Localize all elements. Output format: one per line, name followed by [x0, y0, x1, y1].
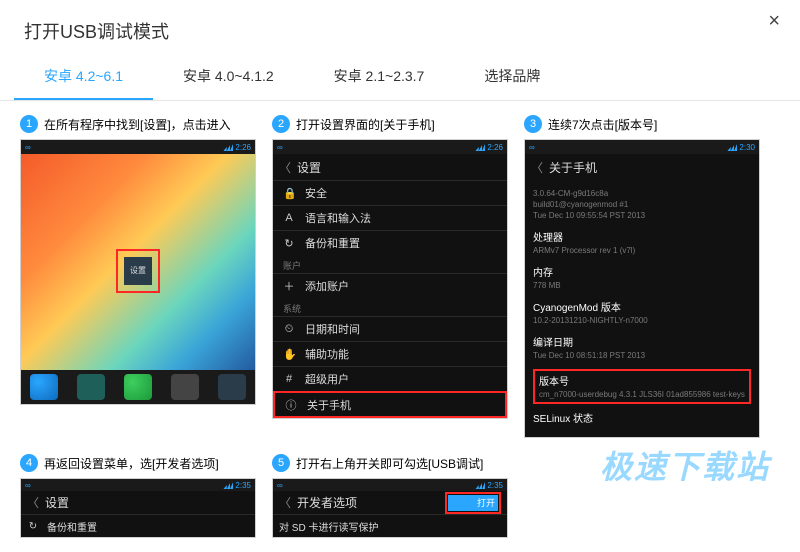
list-item: ⏲日期和时间 — [273, 316, 507, 341]
step-text: 在所有程序中找到[设置]，点击进入 — [44, 116, 231, 133]
add-icon: ＋ — [283, 278, 295, 294]
accessibility-icon: ✋ — [283, 348, 295, 361]
status-time: 2:26 — [235, 143, 251, 152]
tab-select-brand[interactable]: 选择品牌 — [454, 56, 570, 100]
step-number: 4 — [20, 454, 38, 472]
status-time: 2:35 — [487, 481, 503, 490]
step-4: 4 再返回设置菜单，选[开发者选项] ∞ 2:35 〈设置 ↻备份和重置 — [20, 454, 256, 538]
screen-title: 开发者选项 — [297, 494, 357, 511]
cm-logo-icon: ∞ — [25, 481, 31, 490]
camera-icon — [218, 374, 246, 400]
signal-icon — [727, 143, 737, 151]
cm-logo-icon: ∞ — [529, 143, 535, 152]
list-item: 🔒安全 — [273, 180, 507, 205]
cm-logo-icon: ∞ — [277, 143, 283, 152]
step-number: 5 — [272, 454, 290, 472]
list-item: ↻备份和重置 — [273, 230, 507, 255]
step-text: 打开右上角开关即可勾选[USB调试] — [296, 455, 483, 472]
step-text: 连续7次点击[版本号] — [548, 116, 657, 133]
contacts-icon — [77, 374, 105, 400]
close-icon[interactable]: × — [768, 10, 780, 33]
about-icon: ⓘ — [285, 397, 297, 413]
phone-screenshot-4: ∞ 2:35 〈设置 ↻备份和重置 — [20, 478, 256, 538]
watermark: 极速下载站 — [600, 442, 770, 488]
cm-version-block: CyanogenMod 版本 10.2-20131210-NIGHTLY-n70… — [533, 299, 751, 326]
apps-icon — [171, 374, 199, 400]
tabs: 安卓 4.2~6.1 安卓 4.0~4.1.2 安卓 2.1~2.3.7 选择品… — [0, 56, 800, 101]
language-icon: A — [283, 212, 295, 224]
superuser-icon: # — [283, 373, 295, 385]
status-time: 2:35 — [235, 481, 251, 490]
signal-icon — [475, 481, 485, 489]
back-icon: 〈 — [279, 159, 291, 176]
memory-block: 内存 778 MB — [533, 264, 751, 291]
list-item: 对 SD 卡进行读写保护 — [273, 514, 507, 537]
step-number: 1 — [20, 115, 38, 133]
signal-icon — [223, 481, 233, 489]
list-item: ↻备份和重置 — [21, 514, 255, 537]
list-item: ✋辅助功能 — [273, 341, 507, 366]
page-title: 打开USB调试模式 — [0, 0, 800, 56]
screen-title: 设置 — [297, 159, 321, 176]
step-3: 3 连续7次点击[版本号] ∞ 2:30 〈关于手机 3.0.64-CM-g9d… — [524, 115, 760, 438]
back-icon: 〈 — [27, 494, 39, 511]
category-system: 系统 — [273, 298, 507, 316]
messages-icon — [124, 374, 152, 400]
tab-android-42-61[interactable]: 安卓 4.2~6.1 — [14, 56, 153, 100]
about-phone-highlight: ⓘ关于手机 — [273, 391, 507, 418]
phone-screenshot-1: ∞ 2:26 设置 — [20, 139, 256, 405]
master-toggle: 打开 — [448, 495, 498, 511]
step-1: 1 在所有程序中找到[设置]，点击进入 ∞ 2:26 设置 — [20, 115, 256, 438]
signal-icon — [223, 143, 233, 151]
phone-screenshot-3: ∞ 2:30 〈关于手机 3.0.64-CM-g9d16c8a build01@… — [524, 139, 760, 438]
status-time: 2:30 — [739, 143, 755, 152]
kernel-block: 3.0.64-CM-g9d16c8a build01@cyanogenmod #… — [533, 188, 751, 221]
list-item: A语言和输入法 — [273, 205, 507, 230]
lock-icon: 🔒 — [283, 187, 295, 200]
settings-app-icon: 设置 — [124, 257, 152, 285]
list-item: #超级用户 — [273, 366, 507, 391]
tab-android-40-412[interactable]: 安卓 4.0~4.1.2 — [153, 56, 304, 100]
backup-icon: ↻ — [27, 521, 39, 532]
step-number: 2 — [272, 115, 290, 133]
list-item: ＋添加账户 — [273, 273, 507, 298]
phone-screenshot-5: ∞ 2:35 〈开发者选项 打开 对 SD 卡进行读写保护 — [272, 478, 508, 538]
step-text: 再返回设置菜单，选[开发者选项] — [44, 455, 219, 472]
screen-title: 关于手机 — [549, 159, 597, 176]
back-icon: 〈 — [279, 494, 291, 511]
backup-icon: ↻ — [283, 237, 295, 250]
settings-app-highlight: 设置 — [116, 249, 160, 293]
step-5: 5 打开右上角开关即可勾选[USB调试] ∞ 2:35 〈开发者选项 打开 对 … — [272, 454, 508, 538]
cpu-block: 处理器 ARMv7 Processor rev 1 (v7l) — [533, 229, 751, 256]
step-number: 3 — [524, 115, 542, 133]
toggle-highlight: 打开 — [445, 492, 501, 514]
signal-icon — [475, 143, 485, 151]
build-number-highlight: 版本号 cm_n7000-userdebug 4.3.1 JLS36I 01ad… — [533, 369, 751, 404]
cm-logo-icon: ∞ — [277, 481, 283, 490]
step-text: 打开设置界面的[关于手机] — [296, 116, 435, 133]
screen-title: 设置 — [45, 494, 69, 511]
build-date-block: 编译日期 Tue Dec 10 08:51:18 PST 2013 — [533, 334, 751, 361]
dialer-icon — [30, 374, 58, 400]
cm-logo-icon: ∞ — [25, 143, 31, 152]
status-time: 2:26 — [487, 143, 503, 152]
selinux-block: SELinux 状态 — [533, 410, 751, 425]
step-2: 2 打开设置界面的[关于手机] ∞ 2:26 〈设置 🔒安全 A语言和输入法 ↻… — [272, 115, 508, 438]
phone-screenshot-2: ∞ 2:26 〈设置 🔒安全 A语言和输入法 ↻备份和重置 账户 ＋添加账户 系… — [272, 139, 508, 419]
back-icon: 〈 — [531, 159, 543, 176]
tab-android-21-237[interactable]: 安卓 2.1~2.3.7 — [304, 56, 455, 100]
clock-icon: ⏲ — [283, 323, 295, 336]
category-accounts: 账户 — [273, 255, 507, 273]
